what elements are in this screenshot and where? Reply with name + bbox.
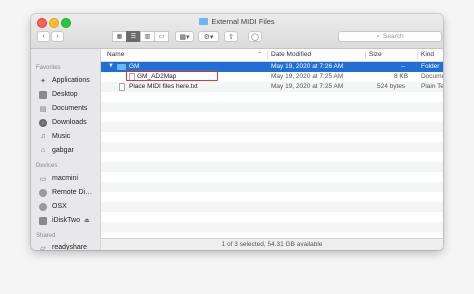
- table-row[interactable]: Place MIDI files here.txt May 19, 2020 a…: [101, 82, 443, 92]
- file-list: Name ⌃ Date Modified Size Kind ▼ GM May …: [101, 49, 443, 250]
- column-divider[interactable]: [267, 51, 268, 59]
- sidebar-item-remote-disc[interactable]: Remote Di…: [39, 187, 92, 198]
- sidebar: Favorites ✦ Applications Desktop ▤ Documen…: [31, 49, 101, 250]
- empty-row: [101, 222, 443, 232]
- file-name: GM: [129, 63, 140, 70]
- list-view-button[interactable]: ☰: [126, 31, 141, 42]
- computer-icon: ▭: [39, 175, 47, 183]
- sidebar-item-macmini[interactable]: ▭ macmini: [39, 173, 78, 184]
- folder-icon: [117, 64, 126, 70]
- shared-heading: Shared: [36, 233, 56, 239]
- sidebar-item-desktop[interactable]: Desktop: [39, 89, 78, 100]
- gear-icon: ⚙▾: [203, 33, 214, 41]
- empty-row: [101, 202, 443, 212]
- network-icon: ▱: [40, 244, 46, 251]
- disclosure-triangle-icon[interactable]: ▼: [108, 63, 114, 69]
- empty-row: [101, 182, 443, 192]
- remote-disc-icon: [39, 188, 47, 197]
- file-kind: Folder: [421, 63, 440, 70]
- column-divider[interactable]: [417, 51, 418, 59]
- empty-row: [101, 162, 443, 172]
- column-divider[interactable]: [365, 51, 366, 59]
- file-date: May 19, 2020 at 7:26 AM: [271, 63, 344, 70]
- column-header-kind[interactable]: Kind: [421, 51, 434, 58]
- eject-icon[interactable]: ⏏: [84, 217, 90, 224]
- file-name: Place MIDI files here.txt: [129, 83, 198, 90]
- column-header-date[interactable]: Date Modified: [271, 51, 311, 58]
- group-button[interactable]: ▦▾: [175, 31, 194, 42]
- file-size: 524 bytes: [377, 83, 406, 90]
- column-header-row: Name ⌃ Date Modified Size Kind: [101, 49, 443, 62]
- window-title-text: External MIDI Files: [211, 17, 275, 26]
- search-field[interactable]: ⌕ Search: [338, 31, 442, 42]
- column-header-name[interactable]: Name: [107, 51, 124, 58]
- favorites-heading: Favorites: [36, 65, 61, 71]
- status-bar: 1 of 3 selected, 54.31 GB available: [101, 238, 443, 250]
- sidebar-item-gabgar[interactable]: ⌂ gabgar: [39, 145, 74, 156]
- empty-row: [101, 102, 443, 112]
- text-file-icon: [119, 83, 125, 91]
- search-placeholder: Search: [383, 33, 404, 40]
- file-size: --: [401, 63, 406, 70]
- forward-button[interactable]: ›: [51, 31, 64, 42]
- sort-chevron-icon: ⌃: [257, 52, 263, 58]
- highlight-annotation-box: [126, 70, 218, 81]
- share-button[interactable]: ⇧: [224, 31, 238, 42]
- applications-icon: ✦: [40, 77, 46, 85]
- downloads-icon: ↓: [39, 118, 47, 127]
- sidebar-item-readyshare[interactable]: ▱ readyshare: [39, 242, 87, 250]
- sidebar-item-osx[interactable]: OSX: [39, 201, 67, 212]
- column-view-button[interactable]: ▥: [140, 31, 155, 42]
- documents-icon: ▤: [39, 105, 47, 113]
- tag-icon: ◯: [251, 33, 259, 41]
- file-kind: Docume: [421, 73, 443, 80]
- column-header-size[interactable]: Size: [369, 51, 382, 58]
- desktop-icon: [39, 90, 47, 99]
- sidebar-item-music[interactable]: ♫ Music: [39, 131, 70, 142]
- back-button[interactable]: ‹: [37, 31, 50, 42]
- share-icon: ⇧: [228, 33, 234, 41]
- home-icon: ⌂: [40, 147, 46, 154]
- music-icon: ♫: [40, 133, 46, 140]
- tags-button[interactable]: ◯: [248, 31, 262, 42]
- empty-row: [101, 122, 443, 132]
- empty-row: [101, 142, 443, 152]
- file-size: 8 KB: [394, 73, 409, 80]
- file-date: May 19, 2020 at 7:25 AM: [271, 83, 344, 90]
- file-date: May 19, 2020 at 7:25 AM: [271, 73, 344, 80]
- search-icon: ⌕: [376, 32, 381, 40]
- disk-icon: [39, 216, 47, 225]
- sidebar-item-idisktwo[interactable]: iDiskTwo ⏏: [39, 215, 90, 226]
- action-gear-button[interactable]: ⚙▾: [198, 31, 219, 42]
- disk-icon: [39, 202, 47, 211]
- gallery-view-button[interactable]: ▭: [154, 31, 169, 42]
- finder-window: External MIDI Files ‹ › ▦ ☰ ▥ ▭ ▦▾ ⚙▾ ⇧ …: [31, 14, 443, 250]
- folder-icon: [199, 18, 209, 25]
- title-bar: External MIDI Files ‹ › ▦ ☰ ▥ ▭ ▦▾ ⚙▾ ⇧ …: [31, 14, 443, 49]
- sidebar-item-applications[interactable]: ✦ Applications: [39, 75, 90, 86]
- devices-heading: Devices: [36, 163, 58, 169]
- sidebar-item-downloads[interactable]: ↓ Downloads: [39, 117, 87, 128]
- window-title: External MIDI Files: [31, 17, 443, 26]
- icon-view-button[interactable]: ▦: [112, 31, 127, 42]
- view-mode-selector: ▦ ☰ ▥ ▭: [112, 31, 169, 42]
- file-kind: Plain Te: [421, 83, 443, 90]
- sidebar-item-documents[interactable]: ▤ Documents: [39, 103, 88, 114]
